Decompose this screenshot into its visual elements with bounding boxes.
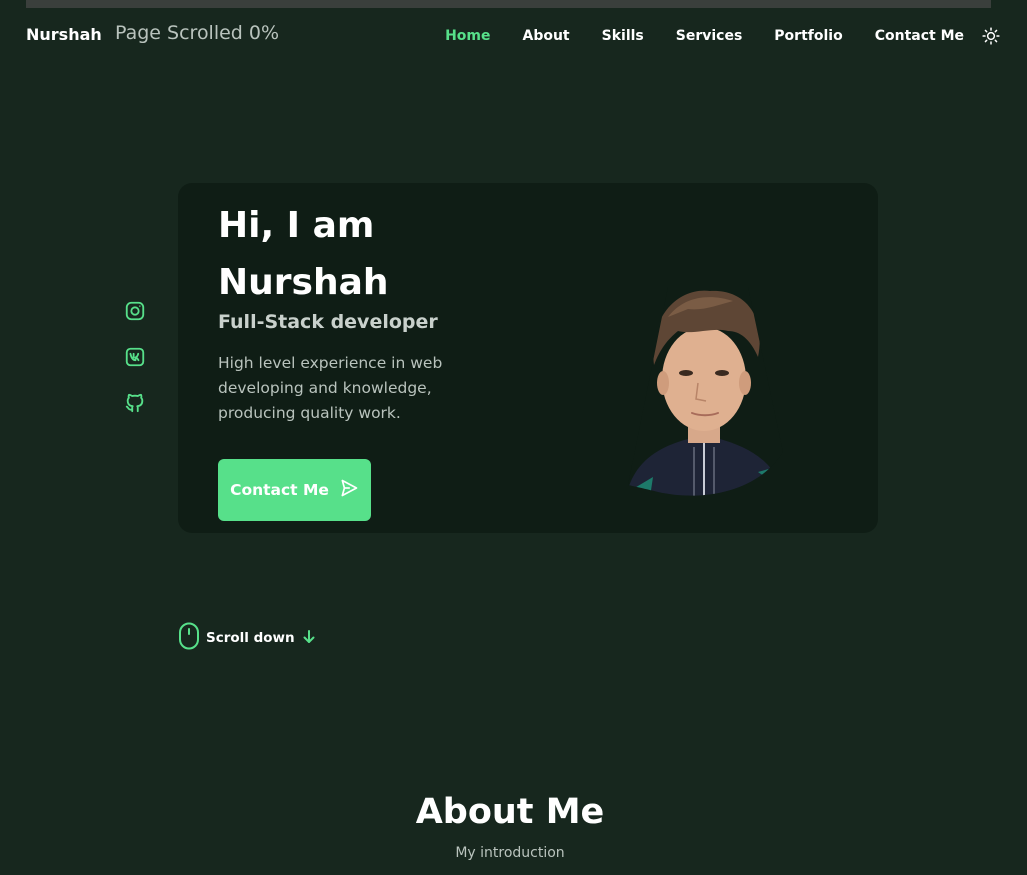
social-links [124, 300, 148, 438]
github-icon[interactable] [124, 392, 148, 416]
sun-icon[interactable] [981, 26, 1001, 46]
hero-title: Hi, I am Nurshah [218, 205, 389, 303]
scroll-progress-bar [26, 0, 991, 8]
send-icon [339, 478, 359, 502]
nav-skills[interactable]: Skills [602, 28, 644, 44]
hero-card: Hi, I am Nurshah Full-Stack developer Hi… [178, 183, 878, 533]
nav-contact[interactable]: Contact Me [875, 28, 964, 44]
contact-me-button-label: Contact Me [230, 481, 329, 499]
scroll-down-link[interactable]: Scroll down [178, 622, 315, 654]
scroll-status-text: Page Scrolled 0% [115, 22, 280, 44]
site-header: Nurshah Page Scrolled 0% Home About Skil… [26, 18, 1001, 54]
hero-subtitle: Full-Stack developer [218, 311, 438, 333]
contact-me-button[interactable]: Contact Me [218, 459, 371, 521]
nav-about[interactable]: About [522, 28, 569, 44]
arrow-down-icon [303, 629, 315, 648]
vk-icon[interactable] [124, 346, 148, 370]
site-logo[interactable]: Nurshah [26, 25, 102, 44]
about-section-title: About Me [415, 792, 605, 832]
profile-photo [628, 287, 783, 496]
mouse-icon [178, 622, 200, 654]
main-nav: Home About Skills Services Portfolio Con… [413, 18, 1001, 54]
about-section-subtitle: My introduction [455, 845, 565, 861]
nav-portfolio[interactable]: Portfolio [774, 28, 842, 44]
nav-services[interactable]: Services [676, 28, 743, 44]
hero-description: High level experience in web developing … [218, 354, 443, 422]
instagram-icon[interactable] [124, 300, 148, 324]
scroll-down-label: Scroll down [206, 630, 295, 646]
nav-home[interactable]: Home [445, 28, 490, 44]
